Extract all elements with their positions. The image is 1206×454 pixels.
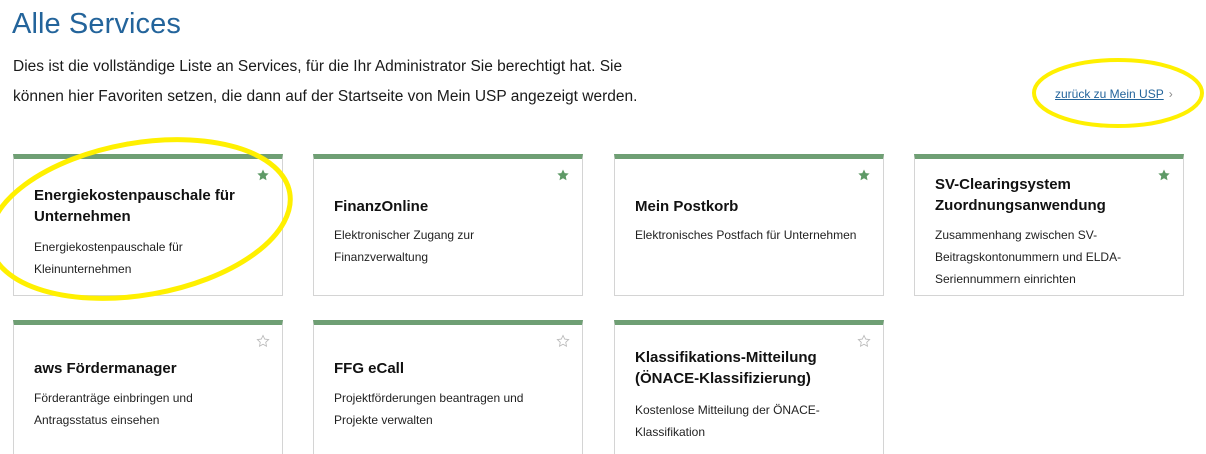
- card-description: Elektronisches Postfach für Unternehmen: [635, 228, 857, 242]
- card-title: aws Fördermanager: [34, 360, 177, 377]
- back-link-label: zurück zu Mein USP: [1055, 87, 1164, 101]
- card-description: Elektronischer Zugang zur Finanzverwaltu…: [334, 228, 475, 264]
- card-title: FFG eCall: [334, 360, 405, 377]
- service-card-finanzonline[interactable]: FinanzOnline Elektronischer Zugang zur F…: [313, 154, 583, 296]
- star-filled-icon[interactable]: [857, 168, 871, 182]
- star-outline-icon[interactable]: [556, 334, 570, 348]
- service-card-klassifikations-mitteilung[interactable]: Klassifikations-Mitteilung (ÖNACE-Klassi…: [614, 320, 884, 454]
- service-card-aws-foerdermanager[interactable]: aws Fördermanager Förderanträge einbring…: [13, 320, 283, 454]
- star-outline-icon[interactable]: [256, 334, 270, 348]
- card-description: Energiekostenpauschale für Kleinunterneh…: [34, 240, 183, 276]
- card-title: Energiekostenpauschale für Unternehmen: [34, 187, 235, 225]
- card-title: Klassifikations-Mitteilung (ÖNACE-Klassi…: [635, 349, 817, 387]
- back-to-mein-usp-link[interactable]: zurück zu Mein USP ›: [1055, 87, 1173, 101]
- star-outline-icon[interactable]: [857, 334, 871, 348]
- intro-line-1: Dies ist die vollständige Liste an Servi…: [13, 58, 623, 75]
- intro-text: Dies ist die vollständige Liste an Servi…: [13, 52, 733, 112]
- service-card-energiekostenpauschale[interactable]: Energiekostenpauschale für Unternehmen E…: [13, 154, 283, 296]
- card-title: FinanzOnline: [334, 198, 429, 215]
- card-description: Projektförderungen beantragen und Projek…: [334, 391, 524, 427]
- intro-line-2: können hier Favoriten setzen, die dann a…: [13, 88, 638, 105]
- card-description: Förderanträge einbringen und Antragsstat…: [34, 391, 193, 427]
- chevron-right-icon: ›: [1168, 87, 1173, 101]
- star-filled-icon[interactable]: [556, 168, 570, 182]
- services-page: Alle Services Dies ist die vollständige …: [0, 0, 1206, 454]
- card-description: Zusammenhang zwischen SV-Beitragskontonu…: [935, 228, 1122, 286]
- page-title: Alle Services: [12, 8, 181, 40]
- star-filled-icon[interactable]: [1157, 168, 1171, 182]
- card-title: Mein Postkorb: [635, 198, 739, 215]
- card-description: Kostenlose Mitteilung der ÖNACE-Klassifi…: [635, 403, 820, 439]
- service-card-mein-postkorb[interactable]: Mein Postkorb Elektronisches Postfach fü…: [614, 154, 884, 296]
- card-title: SV-Clearingsystem Zuordnungsanwendung: [935, 176, 1106, 214]
- service-card-sv-clearingsystem[interactable]: SV-Clearingsystem Zuordnungsanwendung Zu…: [914, 154, 1184, 296]
- star-filled-icon[interactable]: [256, 168, 270, 182]
- service-card-ffg-ecall[interactable]: FFG eCall Projektförderungen beantragen …: [313, 320, 583, 454]
